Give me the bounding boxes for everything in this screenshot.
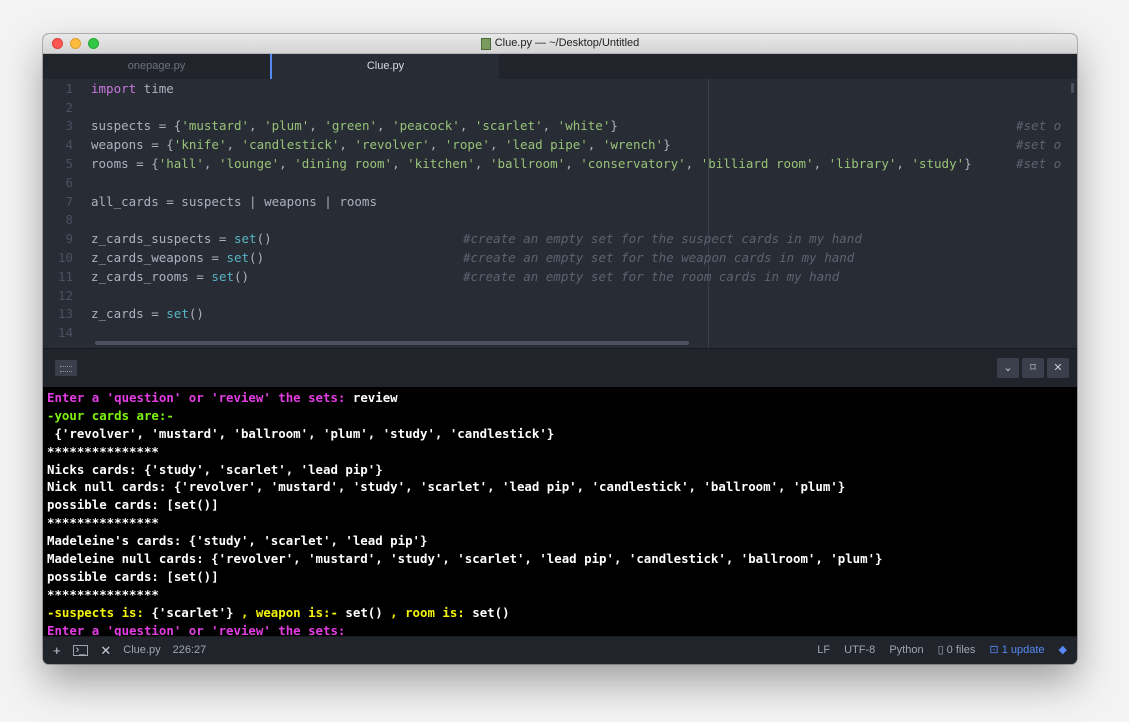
- tab-onepage[interactable]: onepage.py: [43, 54, 270, 79]
- terminal-line: {'revolver', 'mustard', 'ballroom', 'plu…: [47, 425, 555, 441]
- editor-window: Clue.py — ~/Desktop/Untitled onepage.py …: [43, 34, 1077, 664]
- code-line: 6: [43, 173, 1077, 192]
- terminal-line: ***************: [47, 515, 159, 531]
- terminal-output[interactable]: Enter a 'question' or 'review' the sets:…: [43, 387, 1077, 639]
- status-file-name[interactable]: Clue.py: [123, 637, 160, 664]
- terminal-line: Nick null cards: {'revolver', 'mustard',…: [47, 479, 846, 495]
- file-icon: ▯: [937, 644, 947, 656]
- line-number: 13: [57, 306, 73, 322]
- line-number: 7: [65, 193, 73, 209]
- maximize-window-button[interactable]: [88, 38, 99, 49]
- line-number: 11: [57, 268, 73, 284]
- terminal-line: Madeleine's cards: {'study', 'scarlet', …: [47, 533, 428, 549]
- line-number: 1: [65, 80, 73, 96]
- tab-clue[interactable]: Clue.py: [270, 54, 499, 79]
- close-window-button[interactable]: [52, 38, 63, 49]
- grammar[interactable]: Python: [889, 637, 923, 664]
- chevron-down-icon[interactable]: ⌄: [997, 358, 1019, 378]
- code-line: 13 z_cards = set(): [43, 305, 1077, 324]
- code-line: 3 suspects = {'mustard', 'plum', 'green',…: [43, 117, 1077, 136]
- window-title: Clue.py — ~/Desktop/Untitled: [494, 37, 640, 49]
- terminal-line: ***************: [47, 586, 159, 602]
- python-file-icon: [480, 37, 491, 50]
- line-number: 8: [65, 212, 73, 228]
- keyboard-icon[interactable]: [55, 360, 77, 376]
- terminal-line: possible cards: [set()]: [47, 497, 219, 513]
- terminal-line: Madeleine null cards: {'revolver', 'must…: [47, 551, 883, 567]
- terminal-line: -your cards are:-: [47, 407, 174, 423]
- tab-bar: onepage.py Clue.py: [43, 54, 1077, 80]
- status-bar: + ›_ ✕ Clue.py 226:27 LF UTF-8 Python ▯ …: [43, 636, 1077, 664]
- code-line: 10 z_cards_weapons = set() #create an empt…: [43, 248, 1077, 267]
- line-number: 10: [57, 250, 73, 266]
- line-number: 12: [57, 287, 73, 303]
- code-line: 7 all_cards = suspects | weapons | rooms: [43, 192, 1077, 211]
- code-line: 12: [43, 286, 1077, 305]
- terminal-line: Enter a 'question' or 'review' the sets:…: [47, 390, 398, 405]
- line-number: 9: [65, 231, 73, 247]
- code-line: 14: [43, 323, 1077, 342]
- add-terminal-icon[interactable]: +: [53, 637, 61, 664]
- terminal-header: ⌄ ⌑ ✕: [43, 348, 1077, 388]
- line-number: 4: [65, 137, 73, 153]
- encoding[interactable]: UTF-8: [844, 637, 875, 664]
- terminal-icon[interactable]: ›_: [72, 645, 89, 656]
- terminal-controls: ⌄ ⌑ ✕: [997, 358, 1069, 378]
- update-button[interactable]: ⊡ 1 update: [989, 637, 1044, 664]
- line-number: 2: [65, 99, 73, 115]
- line-number: 3: [65, 118, 73, 134]
- code-line: 1 import time: [43, 79, 1077, 98]
- git-files[interactable]: ▯ 0 files: [938, 637, 976, 664]
- horizontal-scrollbar[interactable]: [95, 341, 689, 345]
- code-editor[interactable]: 1 import time 2 3 suspects = {'mustard', '…: [43, 79, 1077, 348]
- line-ending[interactable]: LF: [817, 637, 830, 664]
- line-number: 6: [65, 174, 73, 190]
- title-bar: Clue.py — ~/Desktop/Untitled: [43, 34, 1077, 54]
- window-controls: [52, 38, 99, 49]
- cursor-position[interactable]: 226:27: [173, 637, 207, 664]
- line-number: 5: [65, 156, 73, 172]
- code-line: 4 weapons = {'knife', 'candlestick', 'rev…: [43, 135, 1077, 154]
- maximize-terminal-icon[interactable]: ⌑: [1022, 358, 1044, 378]
- close-icon[interactable]: ✕: [100, 637, 111, 664]
- line-number: 14: [57, 325, 73, 341]
- code-line: 9 z_cards_suspects = set() #create an empt…: [43, 229, 1077, 248]
- terminal-line: -suspects is: {'scarlet'} , weapon is:- …: [47, 604, 510, 620]
- code-line: 5 rooms = {'hall', 'lounge', 'dining room…: [43, 154, 1077, 173]
- terminal-line: ***************: [47, 443, 159, 459]
- gift-icon: ⊡: [989, 644, 1002, 656]
- terminal-line: possible cards: [set()]: [47, 568, 219, 584]
- terminal-line: Nicks cards: {'study', 'scarlet', 'lead …: [47, 461, 383, 477]
- close-terminal-icon[interactable]: ✕: [1047, 358, 1069, 378]
- squirrel-icon[interactable]: ◆: [1059, 637, 1067, 664]
- code-line: 11 z_cards_rooms = set() #create an empty …: [43, 267, 1077, 286]
- code-line: 2: [43, 98, 1077, 117]
- minimize-window-button[interactable]: [70, 38, 81, 49]
- code-line: 8: [43, 211, 1077, 230]
